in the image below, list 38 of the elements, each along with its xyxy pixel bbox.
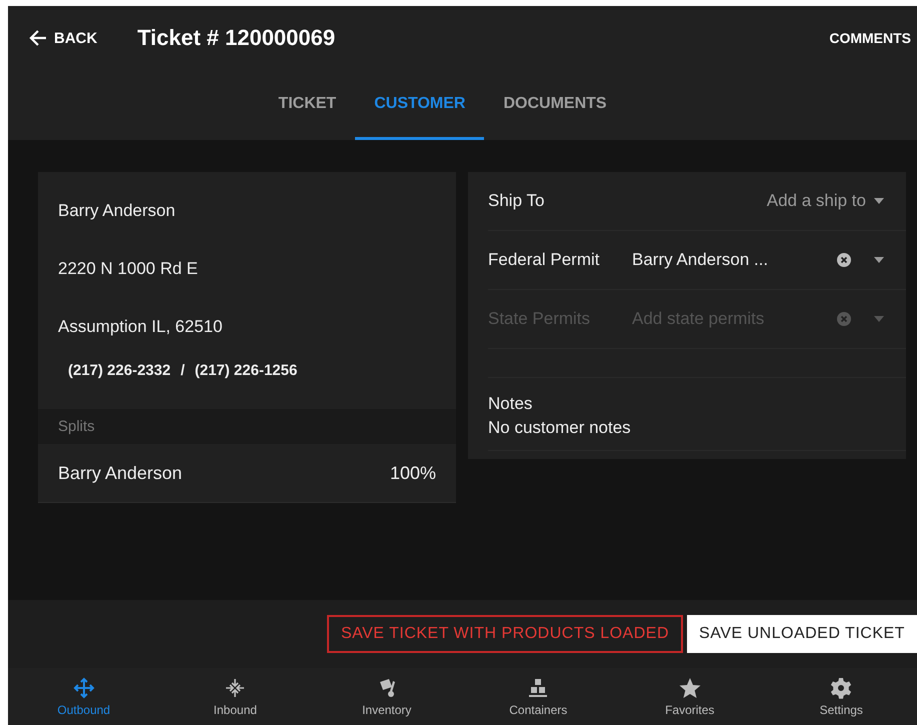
inward-arrows-icon (224, 676, 246, 698)
clear-icon[interactable] (836, 252, 852, 268)
tab[interactable]: TICKET (259, 70, 356, 140)
bins-icon (527, 676, 550, 698)
customer-name: Barry Anderson (58, 200, 176, 222)
nav-item[interactable]: Outbound (24, 668, 144, 725)
permit-value[interactable]: Barry Anderson ... (632, 250, 768, 270)
notes-text: No customer notes (488, 417, 632, 439)
ship-to-dropdown[interactable]: Add a ship to (766, 191, 884, 211)
star-icon (678, 676, 701, 698)
phone-separator: / (180, 362, 185, 379)
tab[interactable]: DOCUMENTS (484, 70, 626, 140)
save-loaded-button[interactable]: SAVE TICKET WITH PRODUCTS LOADED (326, 615, 683, 653)
ship-to-label: Ship To (488, 191, 544, 211)
back-arrow-icon (28, 28, 48, 48)
nav-item[interactable]: Containers (478, 668, 598, 725)
notes-label: Notes (488, 393, 534, 415)
phone-number: (217) 226-1256 (194, 362, 298, 379)
nav-item[interactable]: Inventory (326, 668, 447, 725)
caret-icon[interactable] (874, 257, 884, 263)
comments-button[interactable]: COMMENTS (829, 30, 911, 46)
customer-city: Assumption IL, 62510 (58, 316, 224, 338)
splits-heading: Splits (38, 409, 456, 444)
split-name: Barry Anderson (58, 462, 182, 484)
nav-item[interactable]: Inbound (175, 668, 296, 725)
phone-number: (217) 226-2332 (68, 362, 171, 379)
window-title: Ticket # 120000069 (137, 25, 336, 51)
move-arrows-icon (72, 676, 95, 698)
customer-address: 2220 N 1000 Rd E (58, 258, 199, 280)
nav-item[interactable]: Favorites (630, 668, 750, 725)
back-button[interactable]: BACK (28, 28, 98, 48)
nav-item[interactable]: Settings (781, 668, 902, 725)
split-share: 100% (390, 462, 436, 484)
caret-icon (874, 198, 884, 204)
tab[interactable]: CUSTOMER (355, 70, 484, 140)
permit-label: Federal Permit (488, 250, 600, 270)
settings-icon (830, 676, 852, 698)
save-unloaded-button[interactable]: SAVE UNLOADED TICKET (687, 615, 917, 653)
